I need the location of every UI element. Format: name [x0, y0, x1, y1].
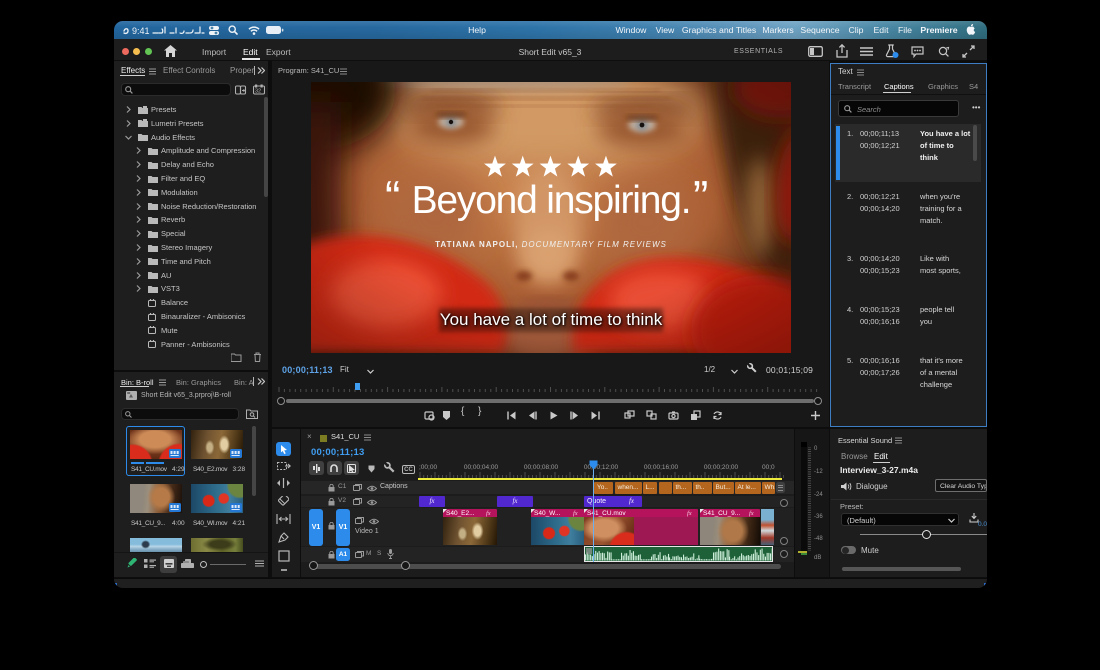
svg-text:32: 32	[255, 89, 261, 95]
svg-text:9:41: 9:41	[132, 26, 150, 35]
